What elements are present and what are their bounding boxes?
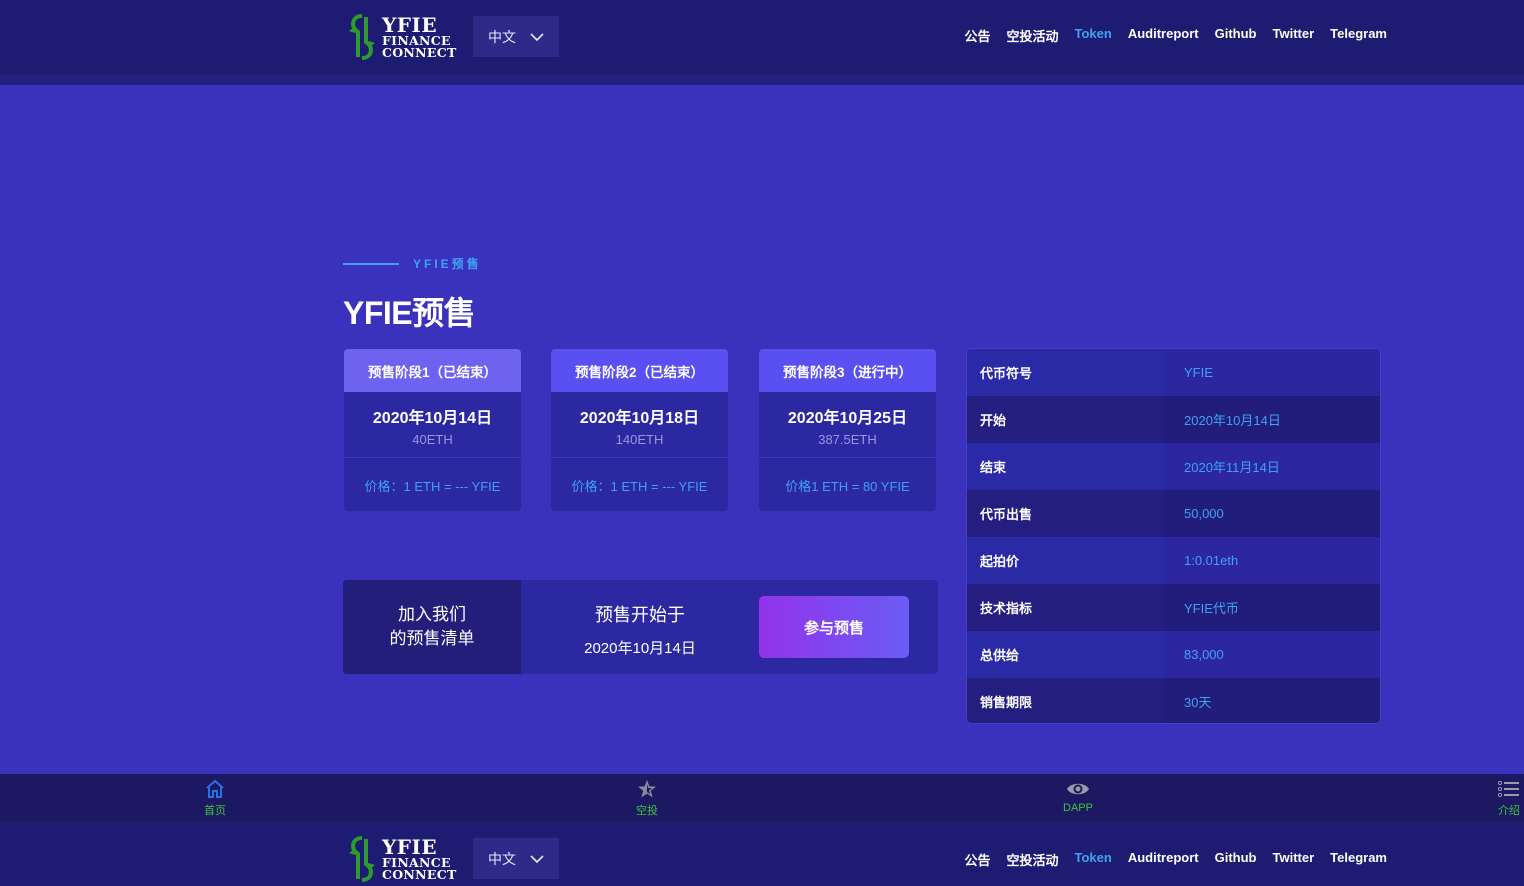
tab-label: 首页 bbox=[204, 805, 226, 817]
tab-intro[interactable]: 介绍 bbox=[1479, 778, 1524, 818]
section-eyebrow: YFIE预售 bbox=[343, 255, 482, 272]
tab-label: 空投 bbox=[636, 805, 658, 817]
presale-stage-card: 预售阶段3（进行中） 2020年10月25日 387.5ETH 价格1 ETH … bbox=[758, 348, 937, 512]
info-value: 1:0.01eth bbox=[1166, 537, 1380, 584]
info-key: 开始 bbox=[967, 396, 1166, 443]
stage-amount: 40ETH bbox=[412, 432, 453, 447]
presale-start-date: 2020年10月14日 bbox=[584, 640, 696, 657]
stage-title: 预售阶段1（已结束） bbox=[344, 349, 521, 392]
info-key: 总供给 bbox=[967, 631, 1166, 678]
bottom-tab-bar: 首页 空投 DAPP 介绍 bbox=[0, 774, 1524, 822]
logo-line3: CONNECT bbox=[382, 867, 457, 882]
eye-icon bbox=[1067, 783, 1089, 795]
stage-price: 价格：1 ETH = --- YFIE bbox=[571, 478, 708, 494]
presale-start-label: 预售开始于 bbox=[595, 605, 685, 625]
presale-stage-card: 预售阶段2（已结束） 2020年10月18日 140ETH 价格：1 ETH =… bbox=[550, 348, 729, 512]
stage-price: 价格1 ETH = 80 YFIE bbox=[785, 478, 910, 494]
tab-home[interactable]: 首页 bbox=[185, 778, 245, 818]
tab-airdrop[interactable]: 空投 bbox=[617, 778, 677, 818]
list-icon bbox=[1498, 780, 1519, 798]
nav-twitter[interactable]: Twitter bbox=[1273, 850, 1315, 869]
language-select[interactable]: 中文 bbox=[473, 16, 559, 57]
nav-token[interactable]: Token bbox=[1075, 850, 1112, 869]
stage-title: 预售阶段3（进行中） bbox=[759, 349, 936, 392]
table-row: 技术指标 YFIE代币 bbox=[967, 584, 1380, 631]
logo-line1: YFIE bbox=[382, 12, 438, 37]
tab-label: 介绍 bbox=[1498, 805, 1520, 817]
info-value: 50,000 bbox=[1166, 490, 1380, 537]
stage-date: 2020年10月18日 bbox=[579, 410, 700, 427]
nav-telegram[interactable]: Telegram bbox=[1330, 850, 1387, 869]
logo[interactable]: YFIE FINANCE CONNECT bbox=[346, 835, 458, 883]
main-nav: 公告 空投活动 Token Auditreport Github Twitter… bbox=[964, 850, 1387, 869]
logo-icon bbox=[349, 836, 375, 882]
table-row: 开始 2020年10月14日 bbox=[967, 396, 1380, 443]
logo[interactable]: YFIE FINANCE CONNECT bbox=[346, 13, 458, 61]
table-row: 起拍价 1:0.01eth bbox=[967, 537, 1380, 584]
stage-amount: 140ETH bbox=[615, 432, 664, 447]
tab-label: DAPP bbox=[1063, 802, 1093, 814]
home-icon bbox=[206, 779, 224, 798]
stage-price: 价格：1 ETH = --- YFIE bbox=[364, 478, 501, 494]
star-icon bbox=[638, 780, 656, 798]
stage-date: 2020年10月14日 bbox=[372, 410, 493, 427]
info-value: YFIE代币 bbox=[1166, 584, 1380, 631]
nav-github[interactable]: Github bbox=[1215, 850, 1257, 869]
presale-stage-card: 预售阶段1（已结束） 2020年10月14日 40ETH 价格：1 ETH = … bbox=[343, 348, 522, 512]
info-key: 技术指标 bbox=[967, 584, 1166, 631]
language-select[interactable]: 中文 bbox=[473, 838, 559, 879]
nav-announcement[interactable]: 公告 bbox=[964, 26, 990, 45]
stage-amount: 387.5ETH bbox=[818, 432, 877, 447]
info-key: 销售期限 bbox=[967, 678, 1166, 723]
chevron-down-icon bbox=[530, 32, 544, 41]
info-key: 代币符号 bbox=[967, 349, 1166, 396]
logo-icon bbox=[349, 14, 375, 60]
logo-line1: YFIE bbox=[382, 834, 438, 859]
info-value: 30天 bbox=[1166, 678, 1380, 723]
info-value: 2020年11月14日 bbox=[1166, 443, 1380, 490]
presale-start-info: 预售开始于 2020年10月14日 bbox=[521, 580, 759, 674]
info-value: 83,000 bbox=[1166, 631, 1380, 678]
token-info-table: 代币符号 YFIE 开始 2020年10月14日 结束 2020年11月14日 … bbox=[966, 348, 1381, 724]
language-label: 中文 bbox=[488, 28, 516, 45]
eyebrow-text: YFIE预售 bbox=[413, 257, 482, 271]
header-divider bbox=[0, 75, 1524, 85]
nav-telegram[interactable]: Telegram bbox=[1330, 26, 1387, 45]
join-list-text: 加入我们 的预售清单 bbox=[343, 580, 521, 674]
stage-title: 预售阶段2（已结束） bbox=[551, 349, 728, 392]
info-key: 代币出售 bbox=[967, 490, 1166, 537]
table-row: 代币出售 50,000 bbox=[967, 490, 1380, 537]
logo-line3: CONNECT bbox=[382, 45, 457, 60]
table-row: 代币符号 YFIE bbox=[967, 349, 1380, 396]
tab-dapp[interactable]: DAPP bbox=[1048, 778, 1108, 814]
bottom-header: YFIE FINANCE CONNECT 中文 公告 空投活动 Token Au… bbox=[0, 822, 1524, 886]
nav-auditreport[interactable]: Auditreport bbox=[1128, 850, 1199, 869]
stage-date: 2020年10月25日 bbox=[787, 410, 908, 427]
nav-auditreport[interactable]: Auditreport bbox=[1128, 26, 1199, 45]
page-title: YFIE预售 bbox=[343, 295, 476, 331]
info-key: 结束 bbox=[967, 443, 1166, 490]
chevron-down-icon bbox=[530, 854, 544, 863]
language-label: 中文 bbox=[488, 850, 516, 867]
presale-cta-panel: 加入我们 的预售清单 预售开始于 2020年10月14日 参与预售 bbox=[343, 580, 938, 674]
table-row: 结束 2020年11月14日 bbox=[967, 443, 1380, 490]
top-header: YFIE FINANCE CONNECT 中文 公告 空投活动 Token Au… bbox=[0, 0, 1524, 75]
nav-airdrop[interactable]: 空投活动 bbox=[1006, 850, 1058, 869]
main-nav: 公告 空投活动 Token Auditreport Github Twitter… bbox=[964, 26, 1387, 45]
join-presale-button[interactable]: 参与预售 bbox=[759, 596, 909, 658]
info-value: YFIE bbox=[1166, 349, 1380, 396]
table-row: 总供给 83,000 bbox=[967, 631, 1380, 678]
nav-token[interactable]: Token bbox=[1075, 26, 1112, 45]
nav-airdrop[interactable]: 空投活动 bbox=[1006, 26, 1058, 45]
info-key: 起拍价 bbox=[967, 537, 1166, 584]
nav-twitter[interactable]: Twitter bbox=[1273, 26, 1315, 45]
eyebrow-line bbox=[343, 262, 399, 265]
nav-github[interactable]: Github bbox=[1215, 26, 1257, 45]
table-row: 销售期限 30天 bbox=[967, 678, 1380, 723]
info-value: 2020年10月14日 bbox=[1166, 396, 1380, 443]
nav-announcement[interactable]: 公告 bbox=[964, 850, 990, 869]
